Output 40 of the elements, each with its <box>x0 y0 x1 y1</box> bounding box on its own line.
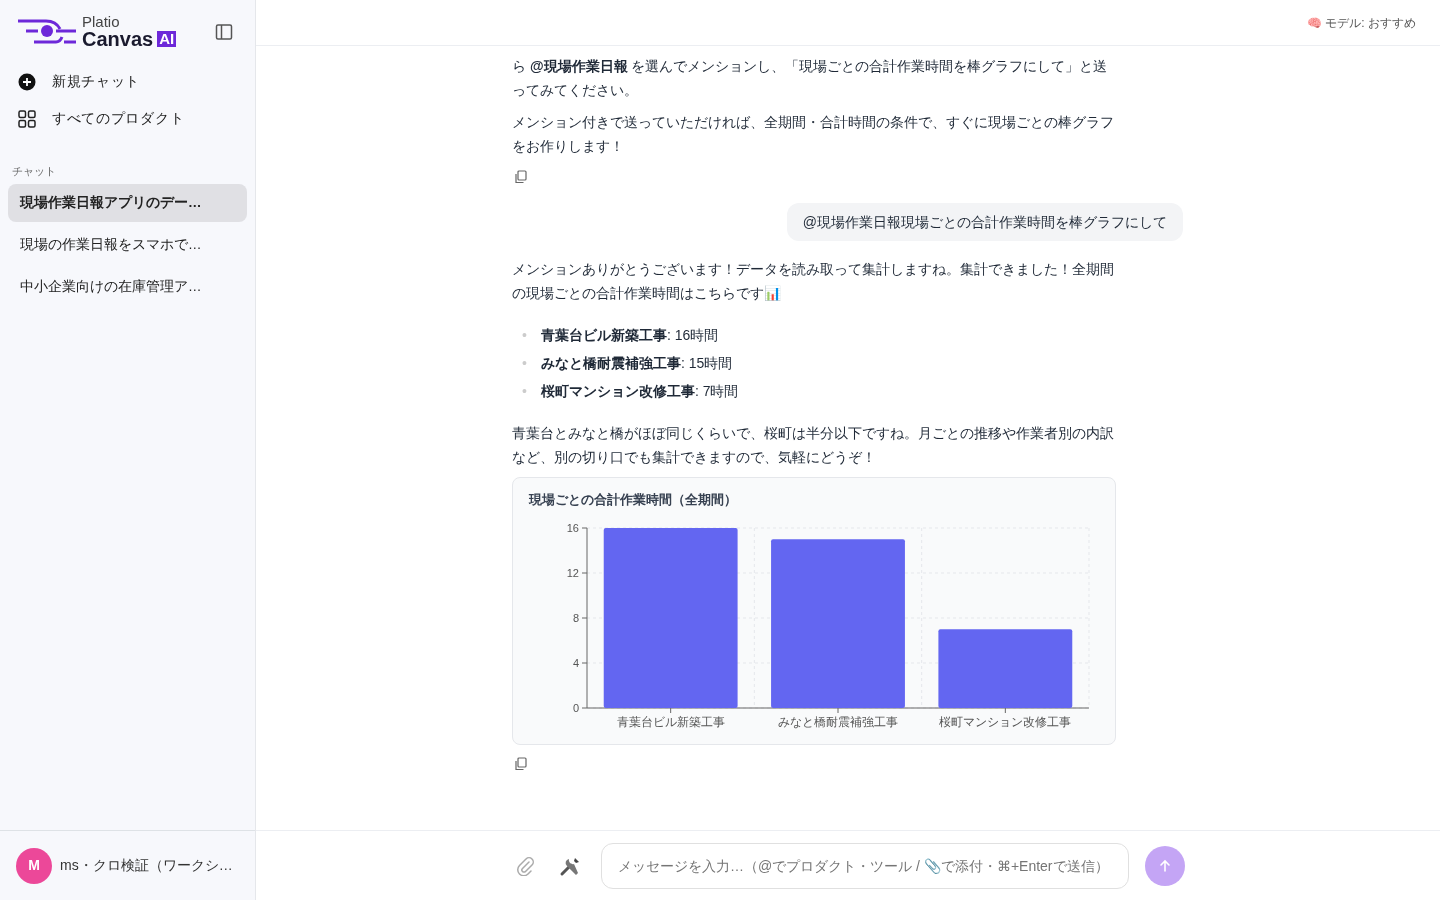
y-tick-label: 0 <box>572 701 579 714</box>
sidebar-action[interactable]: すべてのプロダクト <box>8 100 247 137</box>
bullet: • <box>522 354 527 374</box>
paperclip-icon <box>515 855 535 876</box>
x-tick-label: 青葉台ビル新築工事 <box>616 714 725 729</box>
y-tick-label: 16 <box>566 521 579 534</box>
grid-icon <box>18 109 36 128</box>
y-tick-label: 12 <box>566 566 579 579</box>
bullet: • <box>522 326 527 346</box>
copy-icon <box>514 757 528 772</box>
message-text: ら @現場作業日報 を選んでメンションし、「現場ごとの合計作業時間を棒グラフにして」と送ってみてください。 <box>512 57 1109 100</box>
list-item: みなと橋耐震補強工事: 15時間 <box>540 354 733 374</box>
sidebar-icon <box>215 22 233 41</box>
arrow-up-icon <box>1158 858 1172 873</box>
message-input[interactable]: メッセージを入力…（@でプロダクト・ツール / 📎で添付・⌘+Enterで送信） <box>601 842 1129 889</box>
chat-item[interactable]: 現場の作業日報をスマホで… <box>8 225 247 264</box>
logo-text: Canvas <box>82 29 154 49</box>
logo-badge: AI <box>157 30 177 48</box>
copy-icon <box>514 170 528 185</box>
avatar[interactable]: M <box>16 847 52 884</box>
y-tick-label: 8 <box>572 611 579 624</box>
logo-text: Platio <box>82 14 121 29</box>
model-selector[interactable]: 🧠 モデル: おすすめ <box>1307 13 1416 32</box>
chart-title: 現場ごとの合計作業時間（全期間） <box>529 491 738 510</box>
x-tick-label: みなと橋耐震補強工事 <box>778 714 898 729</box>
bullet: • <box>522 382 527 402</box>
user-message: @現場作業日報現場ごとの合計作業時間を棒グラフにして <box>786 203 1183 242</box>
section-title: チャット <box>11 164 57 179</box>
chat-item[interactable]: 現場作業日報アプリのデー… <box>8 183 247 222</box>
user-name: ms・クロ検証（ワークシ… <box>60 856 233 875</box>
sidebar-action[interactable]: 新規チャット <box>8 63 247 100</box>
message-text: メンションありがとうございます！データを読み取って集計しますね。集計できました！全期間の現場ごとの合計作業時間はこちらです📊 <box>512 260 1115 304</box>
message-text: メンション付きで送っていただければ、全期間・合計時間の条件で、すぐに現場ごとの棒グラフをお作りします！ <box>512 113 1115 156</box>
list-item: 桜町マンション改修工事: 7時間 <box>540 382 739 402</box>
chat-item[interactable]: 中小企業向けの在庫管理ア… <box>8 268 247 307</box>
message-text: 青葉台とみなと橋がほぼ同じくらいで、桜町は半分以下ですね。月ごとの推移や作業者別の内訳など、別の切り口でも集計できますので、気軽にどうぞ！ <box>512 424 1115 468</box>
y-tick-label: 4 <box>572 656 579 669</box>
x-tick-label: 桜町マンション改修工事 <box>939 714 1072 729</box>
list-item: 青葉台ビル新築工事: 16時間 <box>540 326 719 346</box>
plus-icon <box>18 72 36 91</box>
